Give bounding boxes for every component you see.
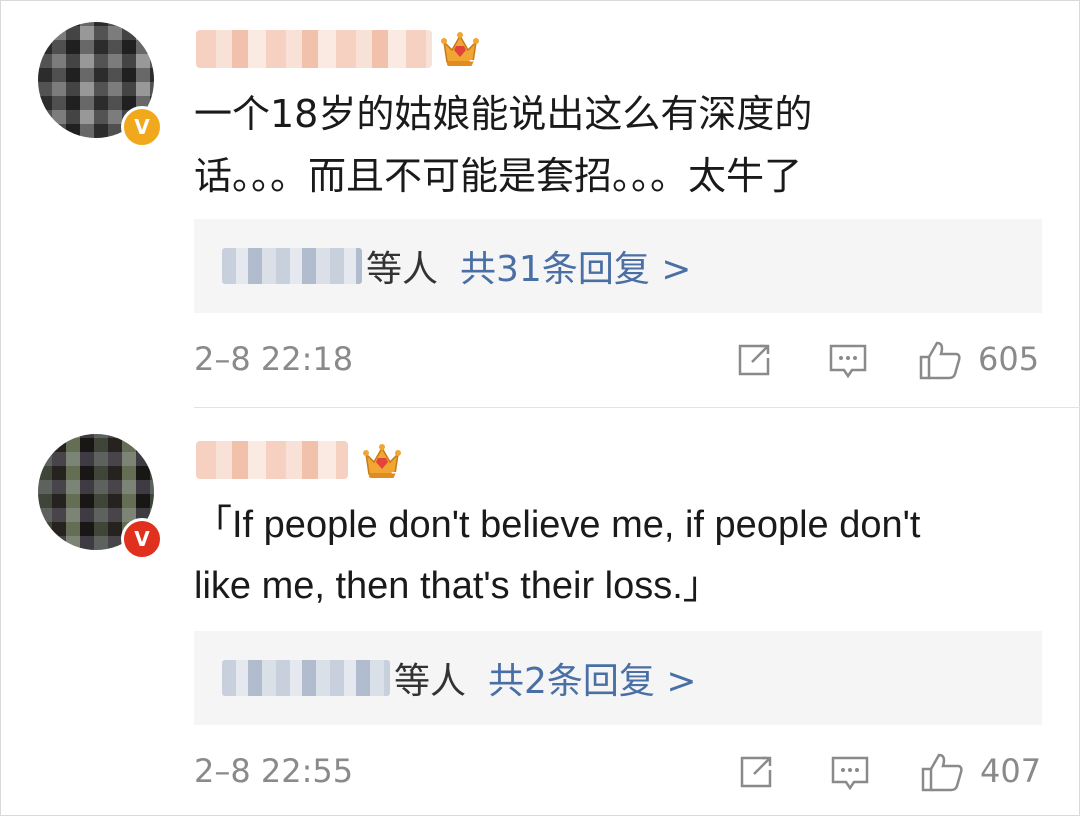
comment-text-line: 一个18岁的姑娘能说出这么有深度的 — [194, 92, 813, 136]
view-replies-link[interactable]: 共2条回复 > — [488, 652, 697, 704]
replier-names-blurred — [222, 248, 362, 284]
reply-summary[interactable]: 等人 共31条回复 > — [194, 219, 1042, 313]
crown-icon[interactable]: 7 — [362, 440, 402, 482]
svg-text:7: 7 — [391, 470, 399, 482]
like-icon[interactable] — [918, 340, 962, 380]
username-blurred[interactable] — [196, 441, 348, 479]
comment-text-line: like me, then that's their loss.」 — [194, 565, 721, 607]
replier-names-blurred — [222, 660, 390, 696]
share-icon[interactable] — [734, 340, 774, 380]
verified-badge-icon: V — [121, 518, 163, 560]
reply-summary[interactable]: 等人 共2条回复 > — [194, 631, 1042, 725]
username-blurred[interactable] — [196, 30, 432, 68]
divider — [194, 407, 1080, 408]
comment-icon[interactable] — [828, 340, 868, 380]
view-replies-link[interactable]: 共31条回复 > — [460, 240, 691, 292]
comment-text-line: 话。。。而且不可能是套招。。。太牛了 — [194, 154, 803, 198]
comment-time: 2–8 22:18 — [194, 340, 354, 378]
comment-meta: 2–8 22:18 605 — [194, 340, 1042, 380]
svg-text:7: 7 — [469, 58, 477, 70]
share-icon[interactable] — [736, 752, 776, 792]
verified-badge-icon: V — [121, 106, 163, 148]
comment-icon[interactable] — [830, 752, 870, 792]
reply-suffix: 等人 — [366, 249, 439, 290]
crown-icon[interactable]: 7 — [440, 28, 480, 70]
reply-suffix: 等人 — [394, 661, 467, 702]
like-count: 605 — [978, 340, 1040, 378]
comment-text-line: 「If people don't believe me, if people d… — [194, 504, 921, 546]
comment-meta: 2–8 22:55 407 — [194, 752, 1042, 792]
comment-time: 2–8 22:55 — [194, 752, 354, 790]
like-icon[interactable] — [920, 752, 964, 792]
like-count: 407 — [980, 752, 1042, 790]
